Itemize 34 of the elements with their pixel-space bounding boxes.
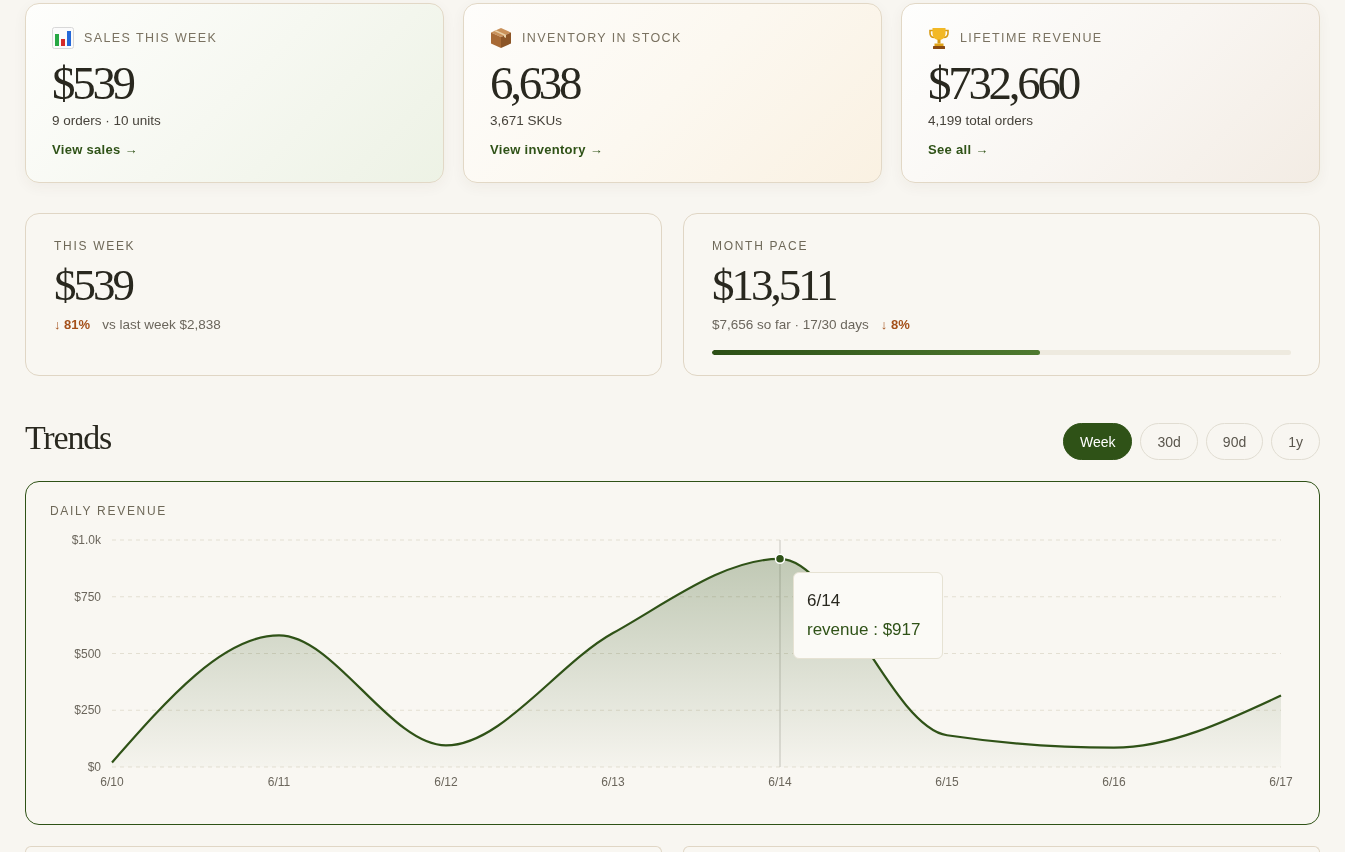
stat-value: 6,638 [490,57,580,109]
pace-text: $7,656 so far · 17/30 days [712,316,869,332]
stat-detail: 4,199 total orders [928,112,1034,130]
section-title: Trends [25,418,112,457]
axis-label: $1.0k [71,533,101,547]
summary-value: $539 [54,261,132,309]
axis-label: 6/11 [267,775,291,789]
axis-label: 6/16 [1102,775,1126,789]
tooltip-title: 6/14 [807,589,841,612]
axis-label: $750 [74,589,101,604]
tooltip-value: revenue : $917 [807,618,921,641]
axis-label: 6/14 [768,775,792,789]
axis-label: 6/15 [935,775,959,789]
axis-label: $250 [74,703,101,718]
chart-title: DAILY REVENUE [50,504,168,518]
axis-label: 6/17 [1269,775,1293,789]
change-indicator: ↓ 8% [880,316,910,332]
stat-detail: 9 orders · 10 units [52,112,161,130]
axis-label: $0 [87,760,101,774]
axis-label: $500 [74,646,101,661]
axis-label: 6/13 [601,775,625,789]
stat-label: INVENTORY IN STOCK [522,31,682,45]
comparison-text: vs last week $2,838 [102,316,221,332]
stat-label: SALES THIS WEEK [84,31,218,45]
summary-value: $13,511 [712,261,836,309]
stat-value: $539 [52,57,133,109]
stat-label: LIFETIME REVENUE [960,31,1103,45]
summary-label: THIS WEEK [54,238,136,254]
summary-label: MONTH PACE [712,238,809,254]
change-indicator: ↓ 81% [54,316,91,332]
axis-label: 6/10 [100,775,124,789]
axis-label: 6/12 [434,775,458,789]
stat-detail: 3,671 SKUs [490,112,563,130]
stat-value: $732,660 [928,57,1078,109]
